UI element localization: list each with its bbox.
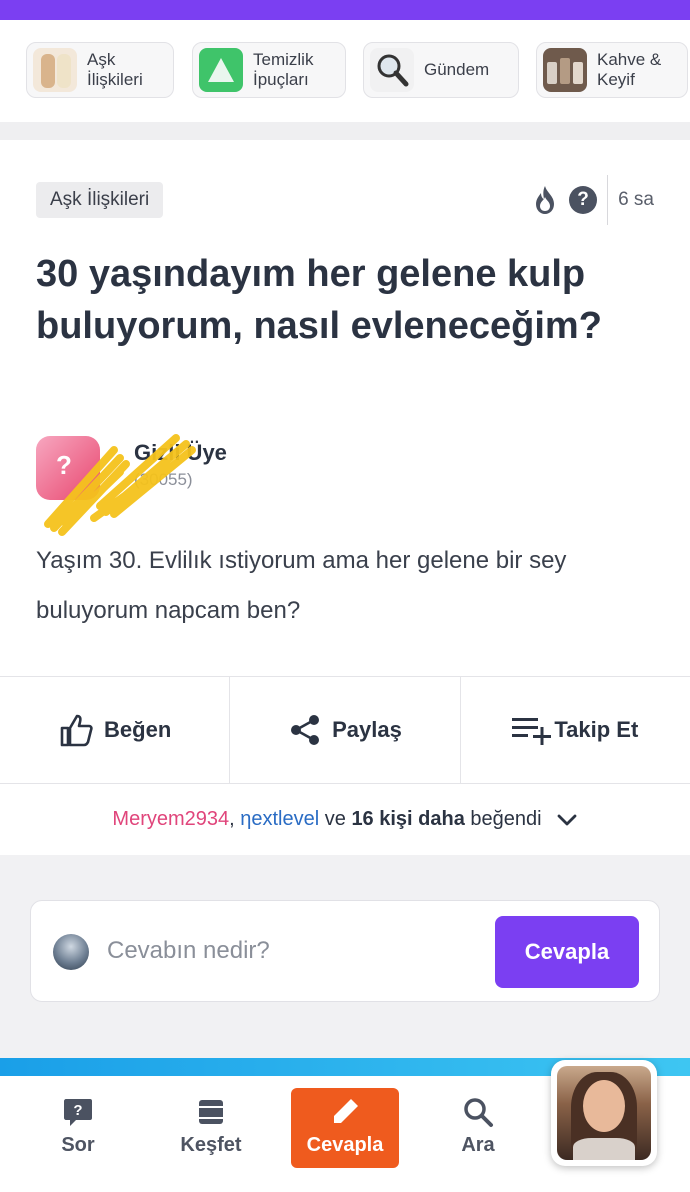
nav-search-label: Ara — [461, 1134, 495, 1156]
follow-label: Takip Et — [554, 717, 639, 742]
answer-box: Cevapla — [30, 900, 660, 1002]
redaction-scribble — [44, 434, 196, 536]
category-label: Kahve & Keyif — [597, 50, 662, 89]
nav-discover-label: Keşfet — [180, 1134, 242, 1156]
flame-icon — [536, 186, 555, 214]
playlist-add-icon — [512, 718, 552, 745]
share-button[interactable]: Paylaş — [230, 677, 461, 783]
category-label: Temizlik İpuçları — [253, 50, 314, 89]
liker-user-2[interactable]: ηextlevel — [240, 808, 319, 831]
promo-avatar-image — [557, 1066, 651, 1160]
user-avatar — [53, 934, 89, 970]
couple-icon — [33, 48, 77, 92]
promo-avatar-widget[interactable] — [551, 1060, 657, 1166]
book-stack-icon — [199, 1100, 223, 1124]
likes-suffix: beğendi — [470, 808, 542, 830]
author-block[interactable]: ? Gizli Üye (30055) — [36, 428, 436, 536]
question-body: Yaşım 30. Evlilık ıstiyorum ama her gele… — [36, 547, 567, 624]
nav-answer-label: Cevapla — [306, 1134, 384, 1156]
answer-input[interactable] — [107, 929, 487, 973]
top-accent-bar — [0, 0, 690, 20]
meta-divider — [607, 175, 609, 225]
likes-and: ve — [324, 808, 346, 830]
nav-ask-label: Sor — [61, 1134, 95, 1156]
nav-discover[interactable]: Keşfet — [157, 1088, 265, 1168]
nav-search[interactable]: Ara — [424, 1088, 532, 1168]
category-chip-gundem[interactable]: Gündem — [363, 42, 519, 98]
follow-button[interactable]: Takip Et — [461, 677, 690, 783]
category-label: Gündem — [424, 60, 490, 79]
nav-answer[interactable]: Cevapla — [291, 1088, 399, 1168]
help-icon[interactable]: ? — [569, 186, 598, 214]
share-label: Paylaş — [332, 717, 402, 742]
liker-user-1[interactable]: Meryem2934 — [112, 808, 229, 831]
question-title: 30 yaşındayım her gelene kulp buluyorum,… — [36, 253, 602, 347]
svg-text:?: ? — [73, 1102, 82, 1119]
question-meta: ? 6 sa — [533, 175, 654, 225]
category-strip: Aşk İlişkileri Temizlik İpuçları Gündem … — [0, 20, 690, 122]
question-bubble-icon: ? — [64, 1099, 92, 1126]
thumbs-up-icon — [60, 714, 93, 747]
action-bar: Beğen Paylaş Takip Et — [0, 676, 690, 784]
section-gap — [0, 122, 690, 140]
category-label: Aşk İlişkileri — [87, 50, 143, 89]
category-chip-temizlik[interactable]: Temizlik İpuçları — [192, 42, 346, 98]
like-label: Beğen — [104, 717, 172, 742]
pencil-icon — [334, 1099, 358, 1123]
share-icon — [291, 715, 320, 745]
cleaning-icon — [199, 48, 243, 92]
nav-ask[interactable]: ? Sor — [24, 1088, 132, 1168]
coffee-icon — [543, 48, 587, 92]
likes-count: 16 kişi daha — [351, 808, 465, 830]
likes-summary[interactable]: Meryem2934, ηextlevel ve 16 kişi daha be… — [0, 784, 690, 855]
search-icon — [464, 1098, 493, 1127]
question-card: Aşk İlişkileri ? 6 sa 30 yaşındayım her … — [0, 140, 690, 855]
like-button[interactable]: Beğen — [0, 677, 231, 783]
answer-submit-button[interactable]: Cevapla — [495, 916, 639, 988]
category-chip-kahve[interactable]: Kahve & Keyif — [536, 42, 688, 98]
question-tag[interactable]: Aşk İlişkileri — [36, 182, 164, 218]
question-age: 6 sa — [618, 189, 654, 210]
liker-separator: , — [229, 808, 235, 830]
category-chip-ask[interactable]: Aşk İlişkileri — [26, 42, 174, 98]
magnifier-icon — [370, 48, 414, 92]
chevron-down-icon[interactable] — [556, 813, 578, 827]
